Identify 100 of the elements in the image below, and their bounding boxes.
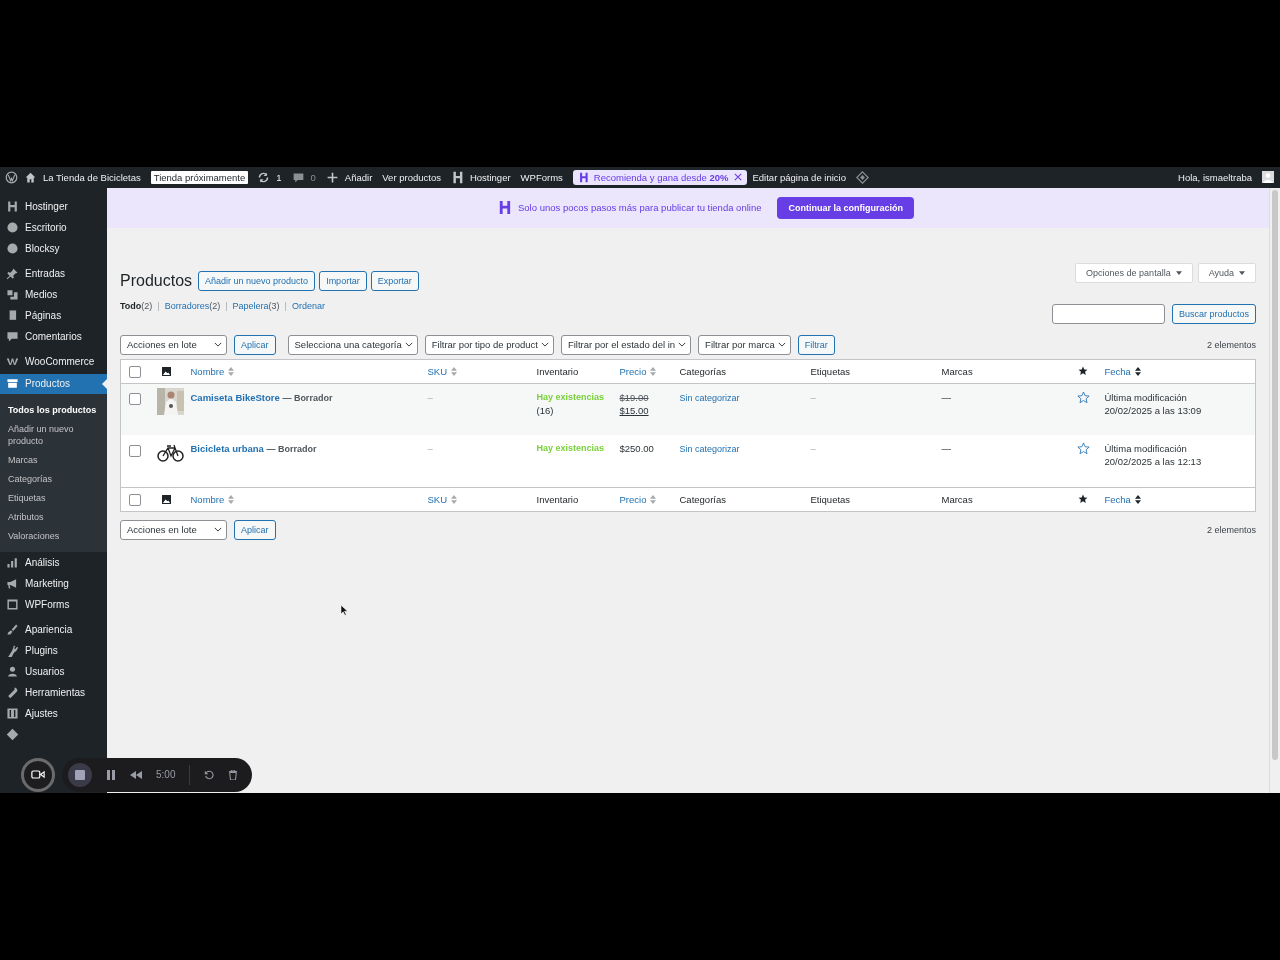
column-header[interactable]: Nombre: [190, 365, 235, 377]
menu-item[interactable]: Plugins: [0, 641, 107, 660]
home-icon[interactable]: [24, 170, 37, 184]
category-link[interactable]: Sin categorizar: [679, 444, 740, 455]
submenu-item[interactable]: Todos los productos: [0, 400, 107, 420]
submenu-item[interactable]: Categorías: [0, 469, 107, 489]
menu-label: Medios: [25, 289, 58, 301]
filter-button[interactable]: Filtrar: [797, 334, 835, 355]
pause-icon[interactable]: [106, 769, 116, 780]
column-header[interactable]: SKU: [427, 365, 458, 377]
column-header: Etiquetas: [810, 365, 851, 377]
restart-icon[interactable]: [204, 769, 215, 780]
bulk-actions-select[interactable]: Acciones en lote: [120, 519, 227, 540]
item-count: 2 elementos: [1206, 339, 1256, 350]
banner-text: Solo unos pocos pasos más para publicar tu tienda online: [518, 202, 762, 214]
hostinger-link[interactable]: Hostinger: [469, 171, 511, 183]
menu-label: WooCommerce: [25, 356, 95, 368]
close-icon[interactable]: [733, 173, 742, 182]
brands-cell: —: [941, 443, 951, 455]
menu-item[interactable]: Análisis: [0, 553, 107, 572]
page-title: Productos: [120, 271, 193, 290]
diamond-icon[interactable]: [856, 170, 869, 184]
row-checkbox[interactable]: [129, 393, 141, 406]
menu-item[interactable]: Marketing: [0, 574, 107, 593]
wpforms-link[interactable]: WPForms: [520, 171, 563, 183]
menu-item[interactable]: WooCommerce: [0, 352, 107, 371]
apply-button[interactable]: Aplicar: [234, 334, 276, 355]
view-filter-link[interactable]: Todo(2): [120, 301, 153, 312]
page-action-button[interactable]: Añadir un nuevo producto: [198, 270, 316, 291]
menu-item[interactable]: Hostinger: [0, 197, 107, 216]
menu-item[interactable]: Productos: [0, 373, 107, 394]
menu-item[interactable]: Blocksy: [0, 239, 107, 258]
recording-timer: 5:00: [156, 769, 176, 781]
bulk-actions-select[interactable]: Acciones en lote: [120, 334, 227, 355]
filter-select[interactable]: Filtrar por marca: [698, 334, 791, 355]
submenu-item[interactable]: Marcas: [0, 450, 107, 470]
updates-icon[interactable]: [257, 170, 271, 184]
column-header[interactable]: Precio: [619, 493, 657, 505]
stop-button[interactable]: [68, 762, 92, 787]
filter-select[interactable]: Filtrar por tipo de product: [424, 334, 554, 355]
submenu-item[interactable]: Añadir un nuevo producto: [0, 419, 107, 451]
hostinger-logo-icon[interactable]: [450, 170, 464, 184]
select-all-checkbox[interactable]: [129, 365, 141, 378]
referral-promo-link[interactable]: Recomienda y gana desde 20%: [572, 169, 747, 185]
menu-item[interactable]: Comentarios: [0, 327, 107, 346]
submenu-item[interactable]: Valoraciones: [0, 526, 107, 546]
avatar-icon[interactable]: [1262, 171, 1274, 184]
menu-item[interactable]: WPForms: [0, 595, 107, 614]
menu-label: Plugins: [25, 645, 58, 657]
menu-item[interactable]: Herramientas: [0, 683, 107, 702]
column-header[interactable]: Precio: [619, 365, 657, 377]
view-filter-link[interactable]: Papelera(3): [232, 301, 280, 312]
greeting-link[interactable]: Hola, ismaeltraba: [1178, 171, 1252, 183]
featured-star-icon[interactable]: [1076, 390, 1090, 404]
category-link[interactable]: Sin categorizar: [679, 392, 740, 403]
trash-icon[interactable]: [228, 769, 239, 780]
row-checkbox[interactable]: [129, 444, 141, 457]
page-action-button[interactable]: Importar: [319, 270, 367, 291]
rewind-icon[interactable]: [130, 770, 142, 779]
screen-tab-button[interactable]: Ayuda: [1197, 262, 1256, 283]
search-field[interactable]: [1051, 303, 1165, 324]
submenu-item[interactable]: Atributos: [0, 507, 107, 527]
menu-label: Escritorio: [25, 222, 67, 234]
apply-button[interactable]: Aplicar: [234, 519, 276, 540]
select-all-checkbox[interactable]: [129, 493, 141, 506]
submenu-item[interactable]: Etiquetas: [0, 488, 107, 508]
column-header[interactable]: SKU: [427, 493, 458, 505]
filter-select[interactable]: Selecciona una categoría: [287, 334, 418, 355]
menu-item[interactable]: Ajustes: [0, 704, 107, 723]
column-header[interactable]: Nombre: [190, 493, 235, 505]
featured-star-icon[interactable]: [1076, 442, 1090, 456]
column-header[interactable]: Fecha: [1104, 365, 1141, 377]
view-products-link[interactable]: Ver productos: [382, 171, 441, 183]
column-header[interactable]: Fecha: [1104, 493, 1141, 505]
add-new-link[interactable]: Añadir: [344, 171, 373, 183]
screen-tab-button[interactable]: Opciones de pantalla: [1075, 262, 1193, 283]
filter-select[interactable]: Filtrar por el estado del in: [560, 334, 692, 355]
search-button[interactable]: Buscar productos: [1171, 303, 1256, 324]
menu-item[interactable]: Entradas: [0, 264, 107, 283]
site-name-link[interactable]: La Tienda de Bicicletas: [43, 171, 141, 183]
wordpress-logo-icon[interactable]: [5, 170, 18, 184]
updates-count[interactable]: 1: [276, 171, 282, 183]
comment-icon[interactable]: [291, 170, 305, 184]
menu-item[interactable]: Apariencia: [0, 620, 107, 639]
product-name-link[interactable]: Bicicleta urbana: [190, 443, 264, 455]
view-filter-link[interactable]: Borradores(2): [164, 301, 221, 312]
page-action-button[interactable]: Exportar: [370, 270, 419, 291]
continue-setup-button[interactable]: Continuar la configuración: [777, 196, 914, 219]
menu-item[interactable]: Páginas: [0, 306, 107, 325]
product-name-link[interactable]: Camiseta BikeStore: [190, 391, 280, 403]
menu-item[interactable]: Usuarios: [0, 662, 107, 681]
menu-label: Productos: [25, 378, 71, 390]
edit-home-link[interactable]: Editar página de inicio: [752, 171, 846, 183]
store-status-badge[interactable]: Tienda próximamente: [150, 170, 249, 184]
menu-item[interactable]: Escritorio: [0, 218, 107, 237]
plus-icon[interactable]: [325, 170, 339, 184]
menu-item[interactable]: Medios: [0, 285, 107, 304]
scrollbar[interactable]: [1269, 187, 1280, 794]
view-filter-link[interactable]: Ordenar: [291, 301, 325, 312]
comments-count[interactable]: 0: [310, 171, 316, 183]
